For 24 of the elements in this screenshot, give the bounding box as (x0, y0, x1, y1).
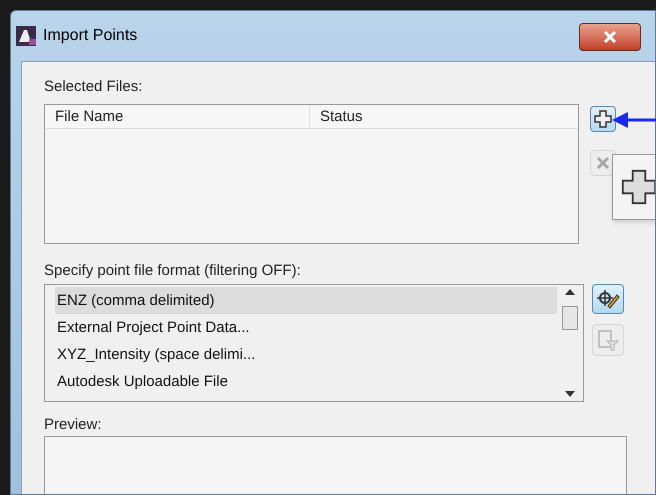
scroll-thumb[interactable] (562, 306, 578, 330)
plus-icon (594, 110, 612, 128)
add-file-button[interactable] (590, 106, 616, 132)
format-label: Specify point file format (filtering OFF): (44, 261, 301, 281)
column-header[interactable]: Status (310, 105, 578, 128)
arrow-annotation (612, 111, 656, 129)
format-item[interactable]: Autodesk Uploadable File (55, 368, 557, 395)
close-icon (603, 31, 617, 43)
window-title: Import Points (43, 26, 138, 46)
scroll-up-icon[interactable] (565, 289, 575, 295)
plus-icon (621, 167, 655, 207)
x-icon (595, 155, 611, 171)
close-button[interactable] (579, 23, 641, 51)
app-icon (15, 25, 37, 47)
format-item[interactable]: External Project Point Data... (55, 314, 557, 341)
selected-files-label: Selected Files: (44, 77, 142, 97)
format-item[interactable]: ENZ (comma delimited) (55, 287, 557, 314)
format-item[interactable]: XYZ_Intensity (space delimi... (55, 341, 557, 368)
pencil-icon (596, 288, 620, 310)
scroll-down-icon[interactable] (565, 391, 575, 397)
edit-format-button[interactable] (592, 284, 624, 314)
column-header[interactable]: File Name (45, 105, 310, 128)
filter-icon (597, 329, 619, 351)
preview-label: Preview: (44, 415, 102, 435)
